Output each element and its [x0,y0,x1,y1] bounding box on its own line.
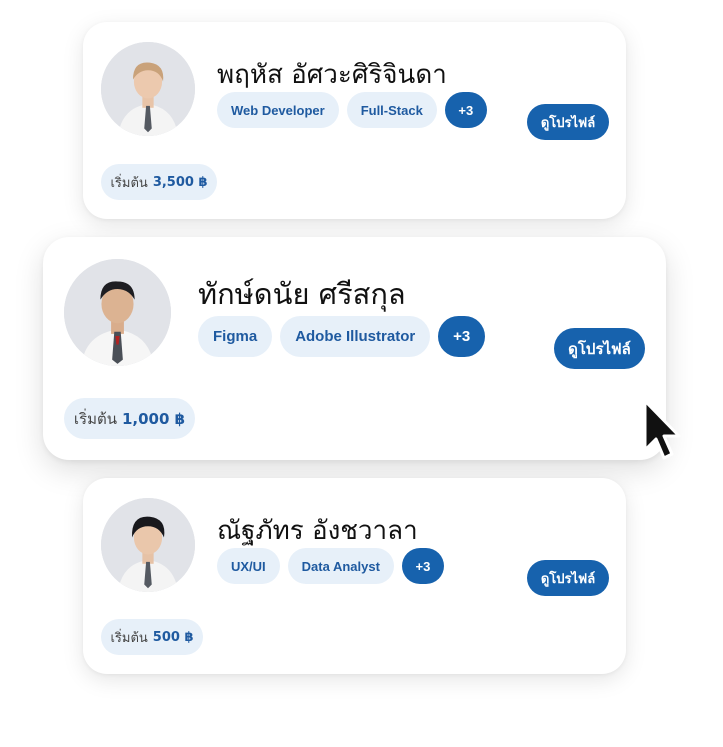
profile-name: ณัฐภัทร อังชวาลา [217,516,418,546]
starting-price-badge: เริ่มต้น 500 ฿ [101,619,203,655]
more-skills-badge[interactable]: +3 [401,548,444,584]
starting-price-badge: เริ่มต้น 1,000 ฿ [64,398,195,439]
skill-tag: Data Analyst [287,548,394,584]
profile-name: พฤหัส อัศวะศิริจินดา [217,60,447,90]
price-label: เริ่มต้น [110,630,148,646]
skill-tags: Web Developer Full-Stack +3 [217,92,487,128]
view-profile-button[interactable]: ดูโปรไฟล์ [527,560,609,596]
price-value: 3,500 ฿ [152,174,208,190]
profile-name: ทักษ์ดนัย ศรีสกุล [198,277,406,311]
skill-tag: Adobe Illustrator [280,316,431,357]
avatar [101,498,195,592]
more-skills-badge[interactable]: +3 [444,92,487,128]
skill-tags: Figma Adobe Illustrator +3 [198,316,486,357]
more-skills-badge[interactable]: +3 [438,316,486,357]
profile-card[interactable]: ณัฐภัทร อังชวาลา UX/UI Data Analyst +3 ด… [83,478,626,674]
avatar [101,42,195,136]
skill-tag: Full-Stack [346,92,437,128]
person-avatar-icon [101,498,195,592]
profile-card[interactable]: พฤหัส อัศวะศิริจินดา Web Developer Full-… [83,22,626,219]
price-value: 1,000 ฿ [121,409,186,428]
profile-card[interactable]: ทักษ์ดนัย ศรีสกุล Figma Adobe Illustrato… [43,237,666,460]
price-label: เริ่มต้น [110,175,148,191]
skill-tag: UX/UI [217,548,280,584]
view-profile-button[interactable]: ดูโปรไฟล์ [527,104,609,140]
price-label: เริ่มต้น [73,409,117,428]
view-profile-button[interactable]: ดูโปรไฟล์ [554,328,645,369]
avatar [64,259,171,366]
person-avatar-icon [101,42,195,136]
person-avatar-icon [64,259,171,366]
starting-price-badge: เริ่มต้น 3,500 ฿ [101,164,217,200]
price-value: 500 ฿ [152,629,194,645]
skill-tag: Web Developer [217,92,339,128]
skill-tag: Figma [198,316,273,357]
mouse-pointer-icon [643,399,681,460]
skill-tags: UX/UI Data Analyst +3 [217,548,444,584]
